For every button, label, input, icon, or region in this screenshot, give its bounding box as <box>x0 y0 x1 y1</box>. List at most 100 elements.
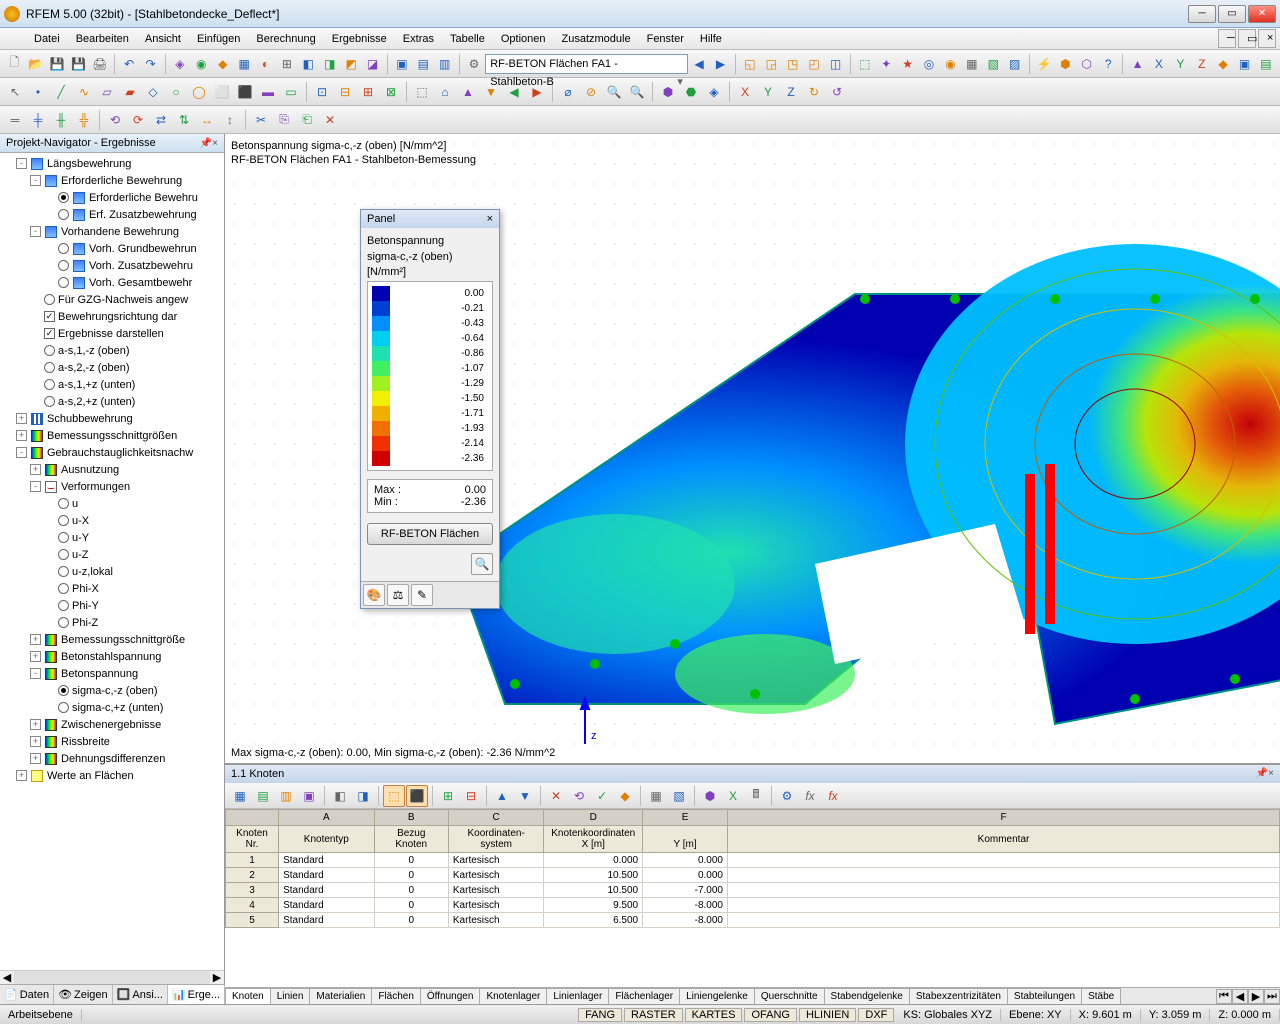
tool-icon[interactable]: ⇅ <box>173 109 195 131</box>
tree-item[interactable]: u <box>2 495 222 512</box>
pin-icon[interactable]: 📌 <box>200 138 212 149</box>
tool-icon[interactable]: ▦ <box>962 53 982 75</box>
tool-icon[interactable]: ⊘ <box>580 81 602 103</box>
tree-item[interactable]: sigma-c,-z (oben) <box>2 682 222 699</box>
data-table[interactable]: ABCDEFKnotenNr.KnotentypBezugKnotenKoord… <box>225 809 1280 928</box>
menu-ansicht[interactable]: Ansicht <box>137 31 189 47</box>
tree-item[interactable]: Vorh. Grundbewehrun <box>2 240 222 257</box>
tbl-icon[interactable]: ⬚ <box>383 785 405 807</box>
tool-icon[interactable]: ◆ <box>213 53 233 75</box>
tbl-icon[interactable]: ▣ <box>298 785 320 807</box>
minimize-button[interactable]: ─ <box>1188 5 1216 23</box>
panel-tab-scale-icon[interactable]: ⚖ <box>387 584 409 606</box>
navigator-tree[interactable]: -Längsbewehrung-Erforderliche BewehrungE… <box>0 153 224 970</box>
tool-icon[interactable]: ↔ <box>196 109 218 131</box>
tool-icon[interactable]: ◪ <box>362 53 382 75</box>
graphics-viewport[interactable]: Betonspannung sigma-c,-z (oben) [N/mm^2]… <box>225 134 1280 764</box>
help-icon[interactable]: ? <box>1098 53 1118 75</box>
tool-icon[interactable]: ◆ <box>1213 53 1233 75</box>
tool-icon[interactable]: ⬢ <box>657 81 679 103</box>
menu-fenster[interactable]: Fenster <box>639 31 692 47</box>
tbl-icon[interactable]: ◆ <box>614 785 636 807</box>
tool-icon[interactable]: ↺ <box>826 81 848 103</box>
tool-icon[interactable]: ▨ <box>1004 53 1024 75</box>
open-icon[interactable]: 📂 <box>25 53 45 75</box>
menu-berechnung[interactable]: Berechnung <box>248 31 323 47</box>
tbl-icon[interactable]: ▦ <box>229 785 251 807</box>
tool-icon[interactable]: ⟳ <box>127 109 149 131</box>
tool-icon[interactable]: ⬜ <box>211 81 233 103</box>
tool-icon[interactable]: ⬚ <box>855 53 875 75</box>
tree-item[interactable]: Erforderliche Bewehru <box>2 189 222 206</box>
tool-icon[interactable]: ⊠ <box>380 81 402 103</box>
tool-icon[interactable]: ⌂ <box>434 81 456 103</box>
menu-zusatzmodule[interactable]: Zusatzmodule <box>554 31 639 47</box>
tree-item[interactable]: a-s,1,-z (oben) <box>2 342 222 359</box>
tbl-icon[interactable]: ⊞ <box>437 785 459 807</box>
table-nav-button[interactable]: ▶ <box>1248 989 1264 1004</box>
new-icon[interactable]: 🗋 <box>4 53 24 75</box>
tool-icon[interactable]: ⬚ <box>411 81 433 103</box>
cursor-icon[interactable]: ↖ <box>4 81 26 103</box>
status-kartes[interactable]: KARTES <box>685 1008 743 1022</box>
tool-icon[interactable]: ⎘ <box>273 109 295 131</box>
mdi-close-button[interactable]: × <box>1258 29 1276 48</box>
tool-icon[interactable]: ⬢ <box>1055 53 1075 75</box>
saveall-icon[interactable]: 💾 <box>68 53 88 75</box>
tree-item[interactable]: +Ausnutzung <box>2 461 222 478</box>
mdi-minimize-button[interactable]: ─ <box>1218 29 1236 48</box>
tool-icon[interactable]: X <box>734 81 756 103</box>
tree-item[interactable]: +Werte an Flächen <box>2 767 222 784</box>
tool-icon[interactable]: ⇄ <box>150 109 172 131</box>
tool-icon[interactable]: ✂ <box>250 109 272 131</box>
tool-icon[interactable]: ⎗ <box>296 109 318 131</box>
tool-icon[interactable]: ◩ <box>341 53 361 75</box>
iso-icon[interactable]: ◳ <box>782 53 802 75</box>
tool-icon[interactable]: ◐ <box>255 53 275 75</box>
tree-item[interactable]: Phi-X <box>2 580 222 597</box>
table-tab[interactable]: Liniengelenke <box>679 988 755 1004</box>
iso-icon[interactable]: ◱ <box>740 53 760 75</box>
tbl-icon[interactable]: ▧ <box>668 785 690 807</box>
nav-next-icon[interactable]: ▶ <box>710 53 730 75</box>
node-icon[interactable]: • <box>27 81 49 103</box>
view-icon[interactable]: ▣ <box>392 53 412 75</box>
tool-icon[interactable]: ▤ <box>1256 53 1276 75</box>
tool-icon[interactable]: ↕ <box>219 109 241 131</box>
tree-item[interactable]: Erf. Zusatzbewehrung <box>2 206 222 223</box>
tool-icon[interactable]: ▭ <box>280 81 302 103</box>
tree-item[interactable]: +Bemessungsschnittgröße <box>2 631 222 648</box>
tool-icon[interactable]: ⊞ <box>357 81 379 103</box>
menu-einfuegen[interactable]: Einfügen <box>189 31 248 47</box>
table-nav-button[interactable]: ⏭ <box>1264 989 1280 1004</box>
tree-item[interactable]: Vorh. Zusatzbewehru <box>2 257 222 274</box>
tool-icon[interactable]: ◈ <box>703 81 725 103</box>
print-icon[interactable]: 🖨 <box>90 53 110 75</box>
tree-item[interactable]: -Vorhandene Bewehrung <box>2 223 222 240</box>
tbl-icon[interactable]: ▦ <box>645 785 667 807</box>
table-tab[interactable]: Knoten <box>225 988 271 1004</box>
table-tab[interactable]: Stäbe <box>1081 988 1121 1004</box>
tool-icon[interactable]: ▬ <box>257 81 279 103</box>
menu-tabelle[interactable]: Tabelle <box>442 31 493 47</box>
tbl-icon[interactable]: ✓ <box>591 785 613 807</box>
expand-icon[interactable]: 🔍 <box>471 553 493 575</box>
maximize-button[interactable]: ▭ <box>1218 5 1246 23</box>
magnifier-icon[interactable]: 🔍 <box>603 81 625 103</box>
tool-icon[interactable]: ⊡ <box>311 81 333 103</box>
tool-icon[interactable]: ◧ <box>298 53 318 75</box>
tool-icon[interactable]: ╪ <box>27 109 49 131</box>
panel-close-icon[interactable]: × <box>487 213 493 225</box>
fx-icon[interactable]: fx <box>822 785 844 807</box>
tree-item[interactable]: +Dehnungsdifferenzen <box>2 750 222 767</box>
excel-icon[interactable]: X <box>722 785 744 807</box>
tree-item[interactable]: ✓Ergebnisse darstellen <box>2 325 222 342</box>
iso-icon[interactable]: ◫ <box>825 53 845 75</box>
tbl-icon[interactable]: ◧ <box>329 785 351 807</box>
tree-item[interactable]: -Verformungen <box>2 478 222 495</box>
undo-icon[interactable]: ↶ <box>119 53 139 75</box>
menu-datei[interactable]: Datei <box>26 31 68 47</box>
redo-icon[interactable]: ↷ <box>140 53 160 75</box>
panel-tab-filter-icon[interactable]: ✎ <box>411 584 433 606</box>
line-icon[interactable]: ╱ <box>50 81 72 103</box>
